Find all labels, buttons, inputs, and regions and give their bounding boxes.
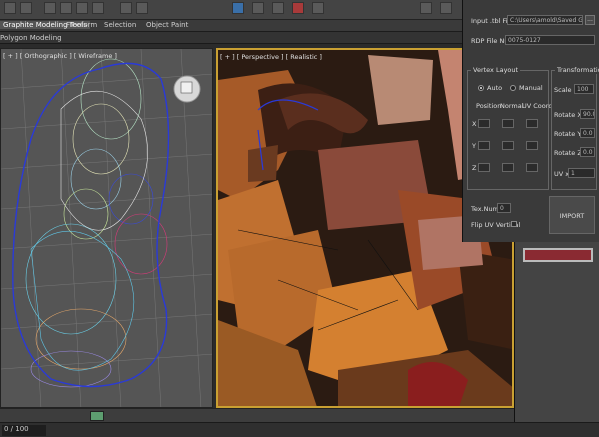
transformations-title: Transformations <box>555 66 599 74</box>
uv-scale-field[interactable]: 1 <box>568 168 595 178</box>
mirror-icon[interactable] <box>232 2 244 14</box>
move-icon[interactable] <box>60 2 72 14</box>
position-header: Position <box>476 102 502 110</box>
rotate-z-field[interactable]: 0.0 <box>580 147 595 157</box>
ribbon-tabs: Graphite Modeling Tools Freeform Selecti… <box>0 20 466 32</box>
rotate-x-field[interactable]: 90.0 <box>580 109 595 119</box>
frame-counter[interactable]: 0 / 100 <box>2 425 46 436</box>
position-y-spinner[interactable] <box>478 141 490 150</box>
position-z-spinner[interactable] <box>478 163 490 172</box>
viewport-label-left[interactable]: [ + ] [ Orthographic ] [ Wireframe ] <box>3 52 117 60</box>
render-icon[interactable] <box>420 2 432 14</box>
normal-header: Normal <box>500 102 524 110</box>
importer-panel: Input .tbl File: C:\Users\amold\Saved Ga… <box>462 0 599 242</box>
viewport-orthographic[interactable]: [ + ] [ Orthographic ] [ Wireframe ] <box>0 48 213 408</box>
vertex-layout-group: Vertex Layout Auto Manual Position Norma… <box>467 66 553 190</box>
transformations-group: Transformations Scale 100 Rotate X 90.0 … <box>551 66 599 190</box>
rotate-icon[interactable] <box>76 2 88 14</box>
uv-coord-header: UV Coord <box>522 102 553 110</box>
tab-freeform[interactable]: Freeform <box>66 21 97 29</box>
normal-y-spinner[interactable] <box>502 141 514 150</box>
scale-field[interactable]: 100 <box>574 84 594 94</box>
viewport-label-right[interactable]: [ + ] [ Perspective ] [ Realistic ] <box>220 53 322 61</box>
render-setup-icon[interactable] <box>440 2 452 14</box>
row-y-label: Y <box>472 142 476 150</box>
rotate-y-label: Rotate Y <box>554 130 582 138</box>
wireframe-model <box>1 49 212 407</box>
uv-x-spinner[interactable] <box>526 119 538 128</box>
auto-radio[interactable] <box>478 85 484 91</box>
tex-num-label: Tex.Num <box>471 205 499 213</box>
timeline[interactable] <box>0 408 514 422</box>
polygon-modeling-label[interactable]: Polygon Modeling <box>0 34 62 42</box>
browse-button[interactable]: ... <box>585 15 595 25</box>
uv-y-spinner[interactable] <box>526 141 538 150</box>
layer-icon[interactable] <box>272 2 284 14</box>
auto-label: Auto <box>487 84 503 92</box>
tab-selection[interactable]: Selection <box>104 21 136 29</box>
undo-icon[interactable] <box>4 2 16 14</box>
vertex-layout-title: Vertex Layout <box>471 66 521 74</box>
rdp-file-field[interactable]: 0075-0127 <box>505 35 595 45</box>
redo-icon[interactable] <box>20 2 32 14</box>
rotate-z-label: Rotate Z <box>554 149 582 157</box>
manual-radio[interactable] <box>510 85 516 91</box>
normal-x-spinner[interactable] <box>502 119 514 128</box>
schematic-icon[interactable] <box>312 2 324 14</box>
snap-icon[interactable] <box>120 2 132 14</box>
row-x-label: X <box>472 120 477 128</box>
position-x-spinner[interactable] <box>478 119 490 128</box>
rotate-y-field[interactable]: 0.0 <box>580 128 595 138</box>
status-bar: 0 / 100 <box>0 422 599 437</box>
scale-label: Scale <box>554 86 572 94</box>
select-icon[interactable] <box>44 2 56 14</box>
uv-scale-label: UV x <box>554 170 570 178</box>
scale-icon[interactable] <box>92 2 104 14</box>
tex-num-field[interactable]: 0 <box>497 203 511 213</box>
import-button[interactable]: IMPORT <box>549 196 595 234</box>
rotate-x-label: Rotate X <box>554 111 582 119</box>
flip-uv-checkbox[interactable] <box>511 221 517 227</box>
manual-label: Manual <box>519 84 543 92</box>
normal-z-spinner[interactable] <box>502 163 514 172</box>
angle-snap-icon[interactable] <box>136 2 148 14</box>
tab-object-paint[interactable]: Object Paint <box>146 21 188 29</box>
align-icon[interactable] <box>252 2 264 14</box>
row-z-label: Z <box>472 164 477 172</box>
curve-editor-icon[interactable] <box>292 2 304 14</box>
command-panel <box>514 242 599 422</box>
uv-z-spinner[interactable] <box>526 163 538 172</box>
color-swatch[interactable] <box>523 248 593 262</box>
input-file-field[interactable]: C:\Users\amold\Saved Games\s <box>507 15 583 25</box>
main-toolbar <box>0 0 466 20</box>
time-slider-handle[interactable] <box>90 411 104 421</box>
ribbon-panel: Polygon Modeling <box>0 32 466 44</box>
